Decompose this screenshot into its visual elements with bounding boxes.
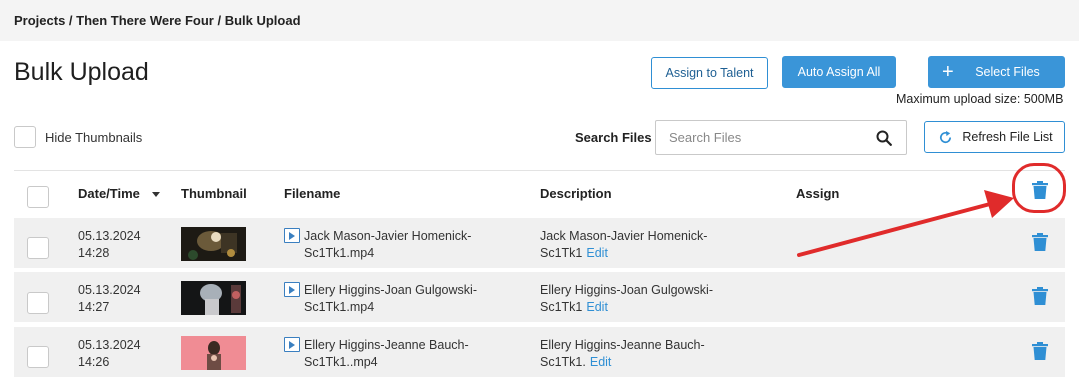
assign-header: Assign	[796, 186, 840, 201]
plus-icon: +	[942, 61, 954, 83]
video-file-icon	[284, 228, 300, 243]
row-date: 05.13.2024 14:26	[78, 337, 141, 371]
filename-header: Filename	[284, 186, 341, 201]
table-row: 05.13.2024 14:28 Jack Mason-Javier Homen…	[14, 218, 1065, 268]
row-date-time: 14:26	[78, 355, 110, 369]
row-date: 05.13.2024 14:28	[78, 228, 141, 262]
trash-icon[interactable]	[1032, 342, 1048, 360]
datetime-header[interactable]: Date/Time	[78, 186, 160, 201]
search-label: Search Files	[575, 130, 652, 145]
max-upload-size: Maximum upload size: 500MB	[896, 92, 1064, 106]
row-description-line1: Ellery Higgins-Jeanne Bauch-	[540, 338, 705, 352]
select-files-button[interactable]: + Select Files	[928, 56, 1065, 88]
divider	[14, 170, 1065, 171]
row-thumbnail[interactable]	[181, 281, 246, 315]
video-file-icon	[284, 337, 300, 352]
refresh-file-list-button[interactable]: Refresh File List	[924, 121, 1065, 153]
edit-description-link[interactable]: Edit	[586, 300, 608, 314]
assign-to-talent-button[interactable]: Assign to Talent	[651, 57, 768, 89]
trash-icon[interactable]	[1032, 287, 1048, 305]
row-filename-line2: Sc1Tk1.mp4	[304, 246, 375, 260]
hide-thumbnails-checkbox[interactable]	[14, 126, 36, 148]
row-date-time: 14:27	[78, 300, 110, 314]
annotation-circle	[1012, 163, 1066, 213]
select-all-checkbox[interactable]	[27, 186, 49, 208]
search-icon[interactable]	[876, 130, 892, 146]
row-checkbox[interactable]	[27, 346, 49, 368]
refresh-file-list-label: Refresh File List	[962, 130, 1053, 144]
top-bar: Projects / Then There Were Four / Bulk U…	[0, 0, 1079, 41]
row-filename-line1: Ellery Higgins-Joan Gulgowski-	[304, 283, 477, 297]
trash-icon[interactable]	[1032, 233, 1048, 251]
row-checkbox[interactable]	[27, 292, 49, 314]
row-description: Jack Mason-Javier Homenick- Sc1Tk1 Edit	[540, 228, 740, 262]
edit-description-link[interactable]: Edit	[590, 355, 612, 369]
row-description: Ellery Higgins-Joan Gulgowski- Sc1Tk1 Edi…	[540, 282, 740, 316]
row-description-line1: Jack Mason-Javier Homenick-	[540, 229, 708, 243]
row-date-day: 05.13.2024	[78, 338, 141, 352]
row-date-day: 05.13.2024	[78, 283, 141, 297]
row-filename-line2: Sc1Tk1.mp4	[304, 300, 375, 314]
row-description-line2: Sc1Tk1	[540, 246, 583, 260]
row-description-line1: Ellery Higgins-Joan Gulgowski-	[540, 283, 713, 297]
row-date: 05.13.2024 14:27	[78, 282, 141, 316]
auto-assign-all-button[interactable]: Auto Assign All	[782, 56, 896, 88]
row-description: Ellery Higgins-Jeanne Bauch- Sc1Tk1. Edit	[540, 337, 740, 371]
hide-thumbnails-label: Hide Thumbnails	[45, 130, 143, 145]
breadcrumb[interactable]: Projects / Then There Were Four / Bulk U…	[14, 13, 301, 28]
description-header: Description	[540, 186, 612, 201]
video-file-icon	[284, 282, 300, 297]
row-filename-line1: Ellery Higgins-Jeanne Bauch-	[304, 338, 469, 352]
row-filename[interactable]: Ellery Higgins-Jeanne Bauch- Sc1Tk1..mp4	[304, 337, 504, 371]
row-date-time: 14:28	[78, 246, 110, 260]
row-thumbnail[interactable]	[181, 336, 246, 370]
row-filename-line2: Sc1Tk1..mp4	[304, 355, 378, 369]
edit-description-link[interactable]: Edit	[586, 246, 608, 260]
page-title: Bulk Upload	[14, 58, 149, 86]
row-filename[interactable]: Ellery Higgins-Joan Gulgowski- Sc1Tk1.mp…	[304, 282, 504, 316]
sort-down-icon	[151, 192, 160, 198]
datetime-header-label: Date/Time	[78, 186, 140, 201]
row-filename-line1: Jack Mason-Javier Homenick-	[304, 229, 472, 243]
row-thumbnail[interactable]	[181, 227, 246, 261]
search-field[interactable]	[655, 120, 907, 155]
row-description-line2: Sc1Tk1.	[540, 355, 586, 369]
select-files-label: Select Files	[975, 65, 1040, 79]
row-description-line2: Sc1Tk1	[540, 300, 583, 314]
thumbnail-header: Thumbnail	[181, 186, 247, 201]
table-row: 05.13.2024 14:27 Ellery Higgins-Joan Gul…	[14, 272, 1065, 322]
row-date-day: 05.13.2024	[78, 229, 141, 243]
search-input[interactable]	[669, 130, 869, 145]
table-row: 05.13.2024 14:26 Ellery Higgins-Jeanne B…	[14, 327, 1065, 377]
row-filename[interactable]: Jack Mason-Javier Homenick- Sc1Tk1.mp4	[304, 228, 504, 262]
refresh-icon	[940, 130, 952, 144]
row-checkbox[interactable]	[27, 237, 49, 259]
